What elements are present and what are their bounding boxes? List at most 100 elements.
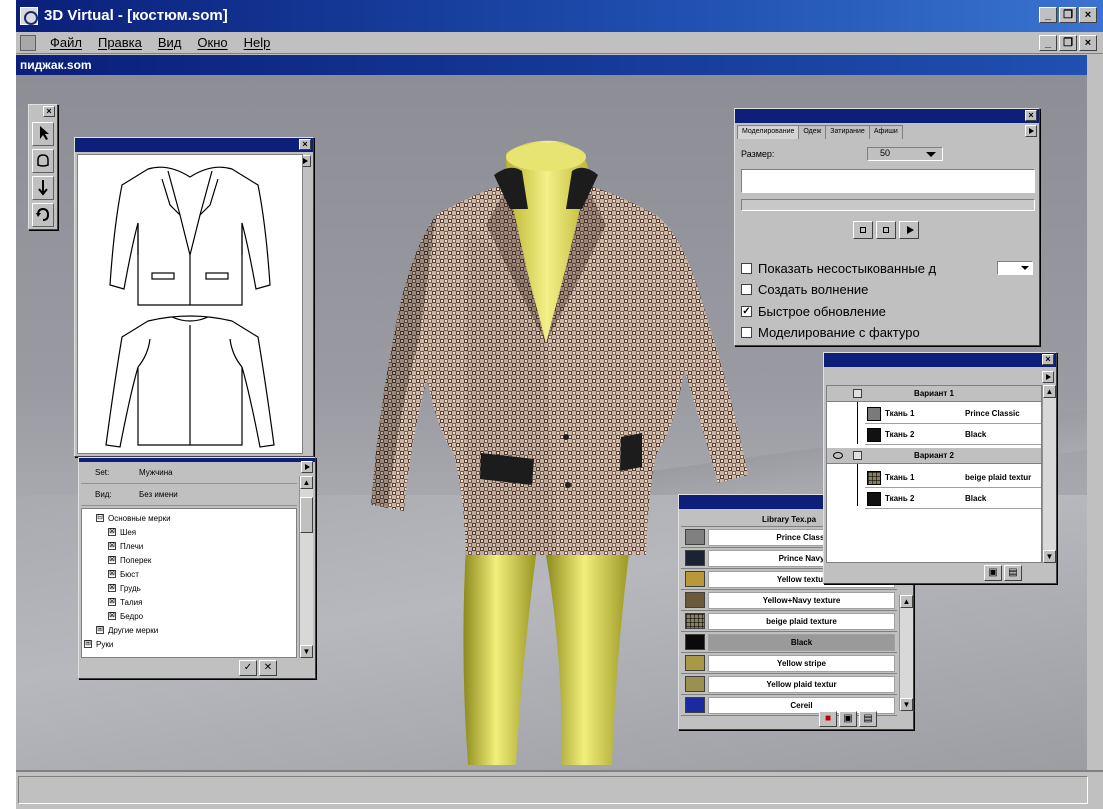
checkbox-box[interactable] [741,327,752,338]
modelling-menu-arrow-icon[interactable] [1025,125,1037,137]
checkbox-icon[interactable]: ⊠ [108,556,116,564]
document-title-bar[interactable]: пиджак.som [16,55,1087,75]
scroll-up-icon[interactable]: ▲ [900,595,913,608]
app-logo-icon[interactable] [20,7,38,25]
grab-hand-icon[interactable] [32,149,54,173]
document-icon[interactable] [20,35,36,51]
variant-header[interactable]: Вариант 2 [827,448,1041,464]
doc-minimize-button[interactable]: _ [1039,35,1057,51]
menu-window[interactable]: Окно [197,35,227,50]
scroll-down-icon[interactable]: ▼ [1043,550,1056,563]
properties-icon[interactable]: ▤ [859,711,877,727]
tree-node[interactable]: ⊠ Шея [82,525,296,539]
scroll-down-icon[interactable]: ▼ [900,698,913,711]
list-item[interactable]: Yellow stripe [681,653,897,674]
collapse-box-icon[interactable]: ⊟ [96,514,104,522]
checkbox-icon[interactable]: ⊠ [108,570,116,578]
variants-panel-close-button[interactable]: × [1042,354,1054,365]
set-row[interactable]: Set: Мужчина [81,462,297,484]
list-item[interactable]: Yellow+Navy texture [681,590,897,611]
expand-box-icon[interactable]: ⊞ [96,626,104,634]
tab-shading[interactable]: Затирание [825,125,870,139]
tree-scrollbar[interactable]: ▲ ▼ [299,476,313,658]
unstitched-select[interactable] [997,261,1033,275]
tree-node[interactable]: ⊞ Другие мерки [82,623,296,637]
measurements-menu-arrow-icon[interactable] [301,461,313,473]
size-select[interactable]: 50 [867,147,943,161]
menu-view[interactable]: Вид [158,35,182,50]
menu-help[interactable]: Help [244,35,271,50]
checkbox-icon[interactable]: ⊠ [108,542,116,550]
tree-node[interactable]: ⊠ Поперек [82,553,296,567]
minimize-button[interactable]: _ [1039,7,1057,23]
list-item-selected[interactable]: Black [681,632,897,653]
variant-row[interactable]: Ткань 2 Black [865,489,1041,509]
scroll-down-icon[interactable]: ▼ [300,645,313,658]
scroll-up-icon[interactable]: ▲ [300,476,313,489]
tab-posters[interactable]: Афиши [868,125,903,139]
scroll-up-icon[interactable]: ▲ [1043,385,1056,398]
delete-variant-icon[interactable]: ▤ [1004,565,1022,581]
eye-icon[interactable] [833,452,843,459]
variant-row[interactable]: Ткань 1 beige plaid textur [865,468,1041,488]
texture-modelling-checkbox[interactable]: Моделирование с фактуро [741,325,920,340]
list-item[interactable]: beige plaid texture [681,611,897,632]
show-unstitched-checkbox[interactable]: Показать несостыкованные д [741,261,936,276]
sketch-panel-titlebar[interactable]: × [75,138,313,152]
tree-node[interactable]: ⊞ Руки [82,637,296,651]
doc-restore-button[interactable]: ❐ [1059,35,1077,51]
tree-node[interactable]: ⊟ Основные мерки [82,511,296,525]
tree-node[interactable]: ⊠ Бюст [82,567,296,581]
scroll-thumb[interactable] [300,497,313,533]
variant-row[interactable]: Ткань 1 Prince Classic [865,404,1041,424]
menu-file[interactable]: Файл [50,35,82,50]
tool-palette-titlebar[interactable]: × [29,105,57,119]
new-texture-icon[interactable]: ▣ [839,711,857,727]
tree-node[interactable]: ⊠ Плечи [82,539,296,553]
checkbox-icon[interactable]: ⊠ [108,584,116,592]
cancel-icon[interactable]: ✕ [259,660,277,676]
variants-panel-titlebar[interactable]: × [824,353,1056,367]
variant-header[interactable]: Вариант 1 [827,386,1041,402]
modelling-text-field[interactable] [741,169,1035,193]
modelling-panel-close-button[interactable]: × [1025,110,1037,121]
modelling-panel-titlebar[interactable]: × [735,109,1039,123]
list-item[interactable]: Yellow plaid textur [681,674,897,695]
play-button[interactable] [899,221,919,239]
rotate-icon[interactable] [32,203,54,227]
expand-box-icon[interactable]: ⊞ [84,640,92,648]
tree-node[interactable]: ⊠ Грудь [82,581,296,595]
checkbox-box-checked[interactable]: ✓ [741,306,752,317]
collapse-box-icon[interactable] [853,389,862,398]
select-arrow-icon[interactable] [32,122,54,146]
stop-button[interactable] [853,221,873,239]
fast-update-checkbox[interactable]: ✓ Быстрое обновление [741,304,886,319]
checkbox-box[interactable] [741,284,752,295]
checkbox-icon[interactable]: ⊠ [108,598,116,606]
variants-menu-arrow-icon[interactable] [1042,371,1054,383]
tree-node[interactable]: ⊠ Талия [82,595,296,609]
checkbox-icon[interactable]: ⊠ [108,528,116,536]
tree-node[interactable]: ⊠ Бедро [82,609,296,623]
checkbox-box[interactable] [741,263,752,274]
menu-edit[interactable]: Правка [98,35,142,50]
doc-close-button[interactable]: × [1079,35,1097,51]
restore-button[interactable]: ❐ [1059,7,1077,23]
library-scrollbar[interactable]: ▲ ▼ [899,595,913,711]
view-row[interactable]: Вид: Без имени [81,484,297,506]
delete-icon[interactable]: ■ [819,711,837,727]
title-bar[interactable]: 3D Virtual - [костюм.som] _ ❐ × [16,0,1103,32]
pin-icon[interactable] [32,176,54,200]
variant-row[interactable]: Ткань 2 Black [865,425,1041,445]
checkbox-icon[interactable]: ⊠ [108,612,116,620]
variants-scrollbar[interactable]: ▲ ▼ [1042,385,1056,563]
collapse-box-icon[interactable] [853,451,862,460]
sketch-panel-close-button[interactable]: × [299,139,311,150]
new-variant-icon[interactable]: ▣ [984,565,1002,581]
confirm-icon[interactable]: ✓ [239,660,257,676]
tab-clothes[interactable]: Одеж [798,125,827,139]
tool-palette-close-button[interactable]: × [43,106,55,117]
tab-modelling[interactable]: Моделирование [737,125,800,139]
create-wave-checkbox[interactable]: Создать волнение [741,282,868,297]
close-button[interactable]: × [1079,7,1097,23]
